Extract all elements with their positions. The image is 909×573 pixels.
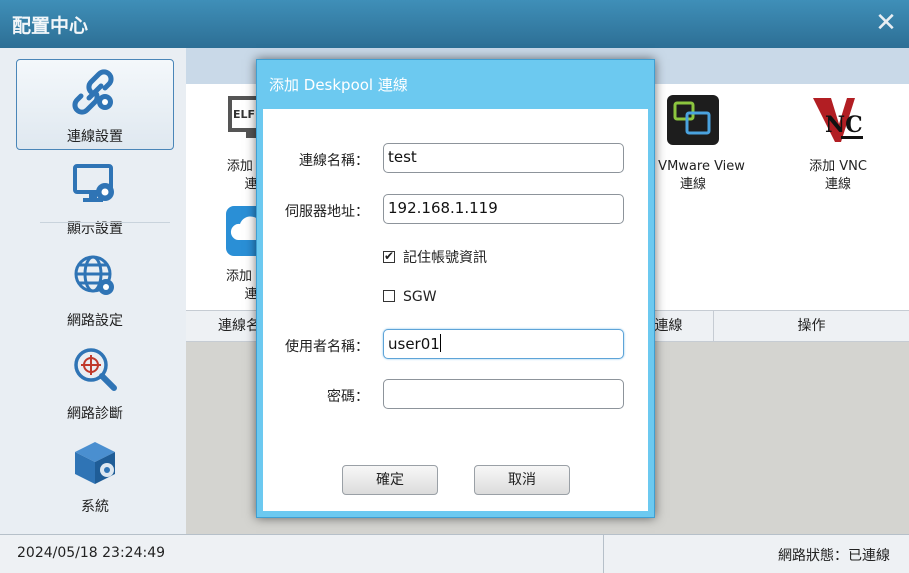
server-address-label: 伺服器地址：: [285, 204, 369, 220]
sidebar-item-label: 網路診斷: [67, 406, 123, 422]
close-icon[interactable]: ✕: [871, 6, 901, 40]
username-field[interactable]: user01: [383, 329, 624, 359]
tile-label-line1: 添加 VNC: [809, 159, 867, 174]
sgw-checkbox[interactable]: SGW: [383, 289, 437, 305]
network-search-icon: [74, 348, 117, 391]
monitor-gear-icon: [73, 164, 114, 202]
remember-account-label: 記住帳號資訊: [403, 250, 487, 266]
sidebar-item-network-diagnostics[interactable]: 網路診斷: [16, 337, 174, 428]
system-box-icon: [75, 442, 115, 484]
checkbox-checked-icon[interactable]: ✔: [383, 249, 395, 263]
cancel-button[interactable]: 取消: [474, 465, 570, 495]
dialog-title: 添加 Deskpool 連線: [269, 76, 408, 94]
status-bar: 2024/05/18 23:24:49 網路狀態：已連線: [0, 534, 909, 573]
title-bar: 配置中心 ✕: [0, 0, 909, 48]
remember-account-checkbox[interactable]: ✔ 記住帳號資訊: [383, 247, 487, 267]
sidebar-divider: [40, 222, 170, 223]
checkbox-unchecked-icon[interactable]: [383, 290, 395, 302]
sidebar-item-label: 顯示設置: [67, 221, 123, 237]
column-actions[interactable]: 操作: [714, 311, 909, 341]
vnc-icon: NC: [813, 98, 863, 142]
vmware-view-icon: [667, 95, 719, 145]
svg-text:NC: NC: [825, 112, 863, 138]
network-status: 網路狀態：已連線: [778, 548, 890, 564]
status-datetime: 2024/05/18 23:24:49: [17, 545, 166, 561]
username-label: 使用者名稱：: [285, 339, 369, 355]
ok-button[interactable]: 確定: [342, 465, 438, 495]
sidebar-item-system[interactable]: 系統: [16, 430, 174, 521]
password-label: 密碼：: [327, 389, 369, 405]
sidebar: 連線設置 顯示設置 網路設定 網路診斷 系統: [0, 48, 186, 534]
connection-name-field[interactable]: test: [383, 143, 624, 173]
status-divider: [603, 535, 604, 573]
username-value: user01: [388, 335, 440, 353]
add-vnc-tile[interactable]: NC 添加 VNC 連線: [773, 94, 903, 194]
dialog-body: 連線名稱： test 伺服器地址： 192.168.1.119 ✔ 記住帳號資訊 …: [263, 109, 648, 511]
sidebar-item-label: 連線設置: [67, 129, 123, 145]
globe-gear-icon: [74, 255, 114, 295]
sgw-label: SGW: [403, 289, 437, 305]
sidebar-item-connection-settings[interactable]: 連線設置: [16, 59, 174, 150]
sidebar-item-display-settings[interactable]: 顯示設置: [16, 152, 174, 243]
tile-label-line2: 連線: [824, 177, 851, 192]
link-icon: [72, 69, 114, 115]
text-caret: [439, 334, 441, 352]
sidebar-item-label: 網路設定: [67, 313, 123, 329]
window-title: 配置中心: [12, 15, 89, 37]
sidebar-item-network-settings[interactable]: 網路設定: [16, 244, 174, 335]
server-address-field[interactable]: 192.168.1.119: [383, 194, 624, 224]
sidebar-item-label: 系統: [81, 499, 109, 515]
password-field[interactable]: [383, 379, 624, 409]
connection-name-label: 連線名稱：: [299, 153, 369, 169]
add-deskpool-dialog: 添加 Deskpool 連線 連線名稱： test 伺服器地址： 192.168…: [256, 59, 655, 518]
